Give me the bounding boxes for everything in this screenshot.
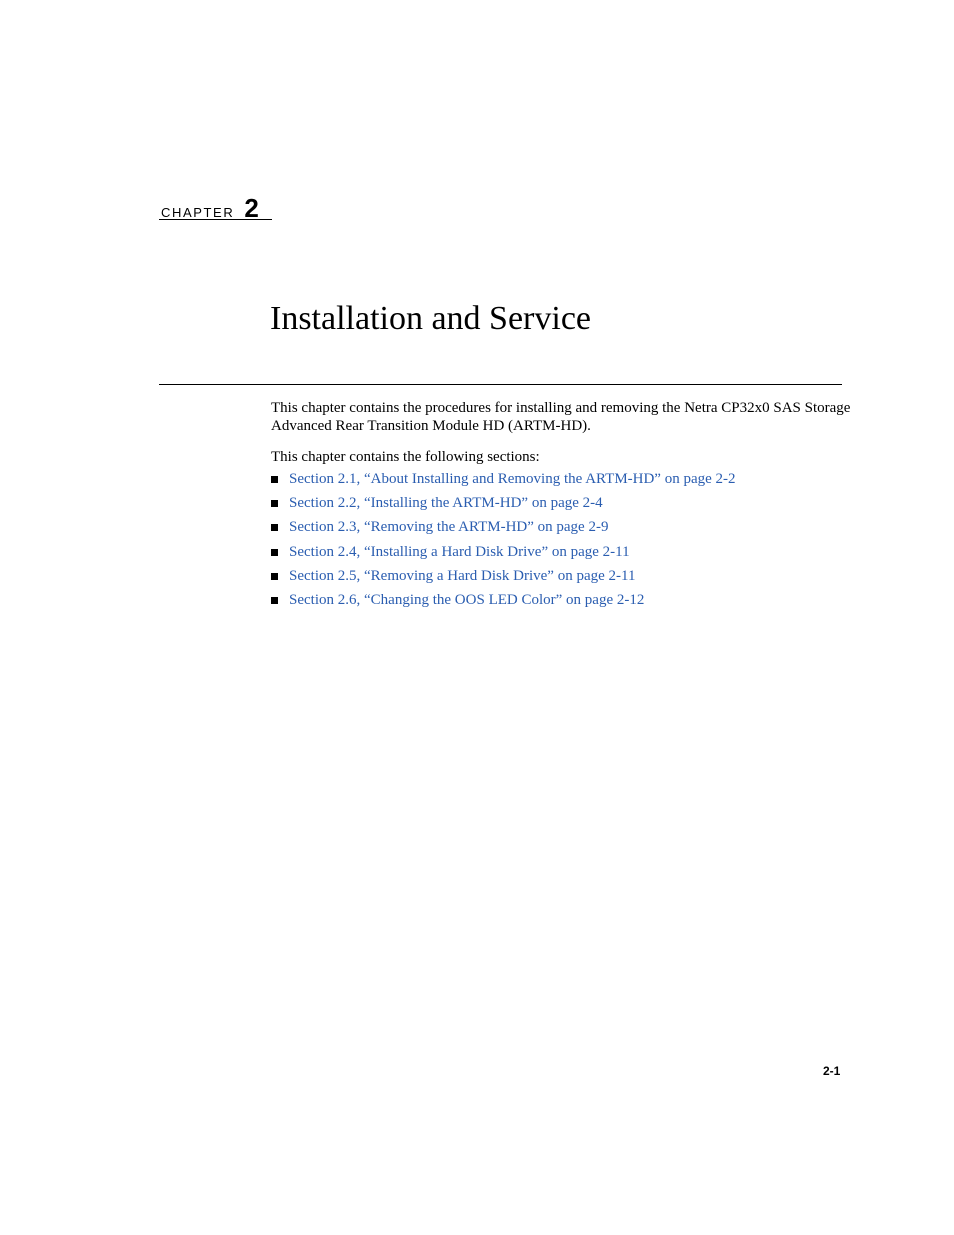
sections-intro: This chapter contains the following sect…: [271, 449, 540, 465]
list-item: Section 2.6, “Changing the OOS LED Color…: [271, 591, 851, 615]
section-link-2-5[interactable]: Section 2.5, “Removing a Hard Disk Drive…: [289, 568, 635, 584]
chapter-body: This chapter contains the procedures for…: [271, 399, 851, 615]
section-link-2-3[interactable]: Section 2.3, “Removing the ARTM-HD” on p…: [289, 519, 608, 535]
square-bullet-icon: [271, 572, 278, 580]
list-item: Section 2.4, “Installing a Hard Disk Dri…: [271, 543, 851, 567]
square-bullet-icon: [271, 500, 278, 508]
section-link-2-1[interactable]: Section 2.1, “About Installing and Remov…: [289, 471, 736, 487]
list-item: Section 2.5, “Removing a Hard Disk Drive…: [271, 567, 851, 591]
square-bullet-icon: [271, 548, 278, 556]
square-bullet-icon: [271, 596, 278, 604]
square-bullet-icon: [271, 524, 278, 532]
section-link-2-4[interactable]: Section 2.4, “Installing a Hard Disk Dri…: [289, 544, 630, 560]
list-item: Section 2.1, “About Installing and Remov…: [271, 470, 851, 494]
page-number: 2-1: [823, 1064, 841, 1078]
chapter-rule: [159, 219, 272, 220]
section-link-2-2[interactable]: Section 2.2, “Installing the ARTM-HD” on…: [289, 495, 603, 511]
square-bullet-icon: [271, 476, 278, 483]
section-list: Section 2.1, “About Installing and Remov…: [271, 470, 851, 615]
list-item: Section 2.2, “Installing the ARTM-HD” on…: [271, 494, 851, 518]
section-link-2-6[interactable]: Section 2.6, “Changing the OOS LED Color…: [289, 592, 644, 608]
chapter-word: CHAPTER: [161, 205, 235, 220]
intro-paragraph: This chapter contains the procedures for…: [271, 400, 851, 434]
list-item: Section 2.3, “Removing the ARTM-HD” on p…: [271, 518, 851, 542]
title-rule: [159, 384, 842, 385]
chapter-title: Installation and Service: [270, 300, 592, 337]
